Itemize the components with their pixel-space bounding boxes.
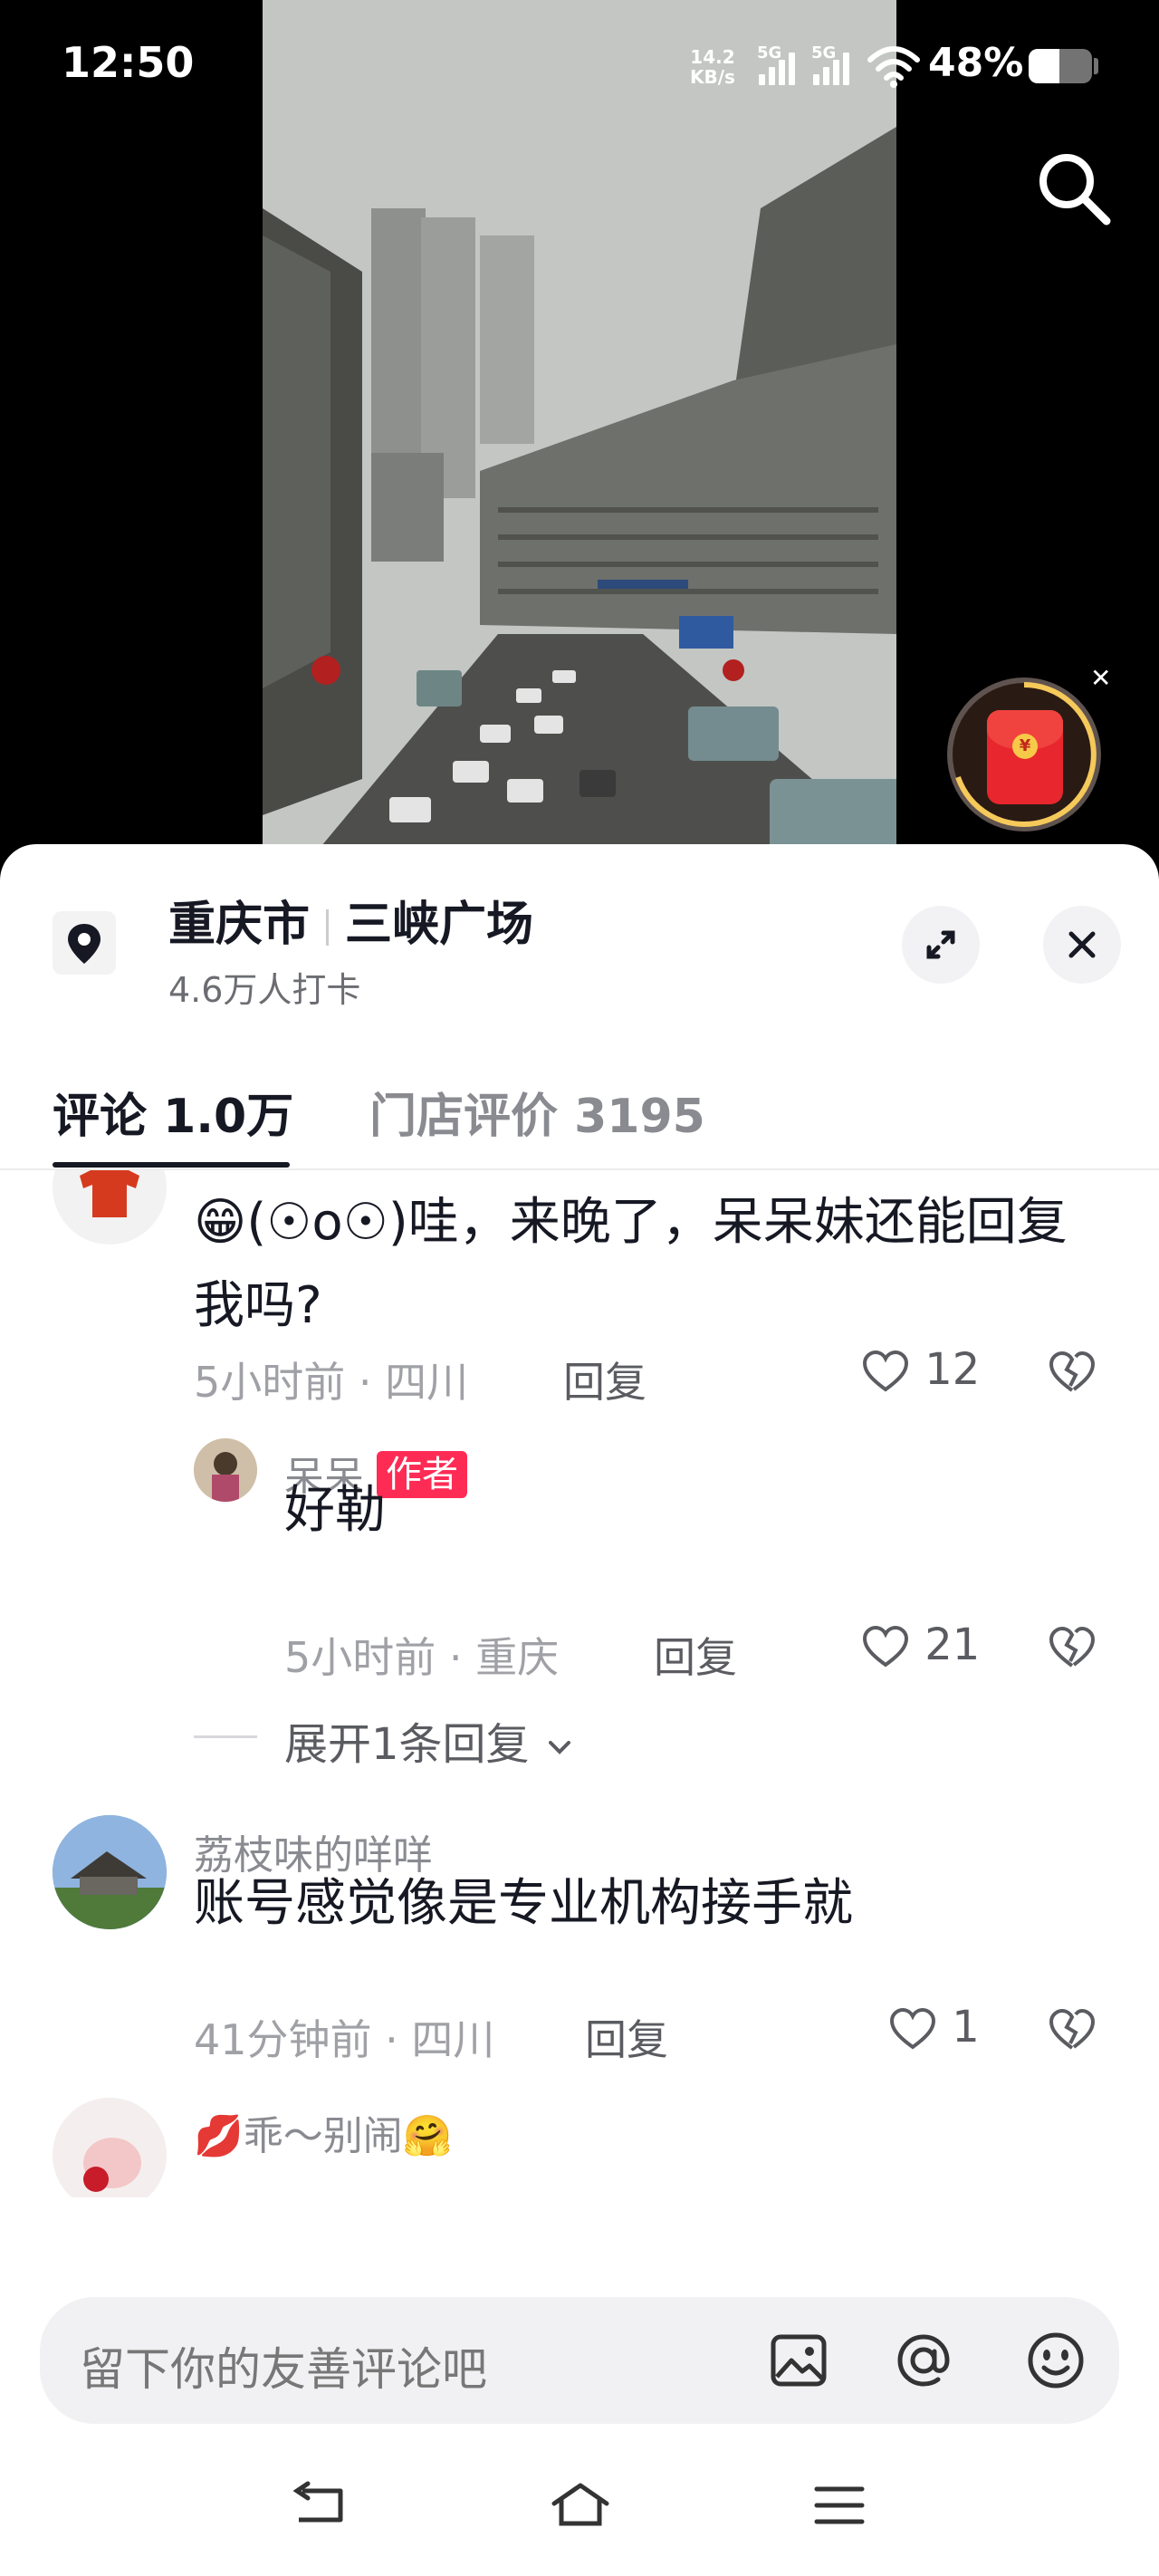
red-packet-close-icon[interactable]: ✕ [1090,663,1111,693]
comment-meta: 5小时前 · 四川 [194,1358,469,1407]
avatar[interactable] [194,1438,257,1502]
location-pin-icon [53,911,116,975]
close-icon [1068,931,1096,958]
reply-button[interactable]: 回复 [563,1350,647,1409]
reply-button[interactable]: 回复 [585,2007,668,2067]
like-button[interactable]: 21 [860,1620,980,1673]
home-icon[interactable] [547,2478,614,2533]
dislike-button[interactable] [1047,2005,1097,2056]
image-icon[interactable] [762,2324,835,2397]
at-icon[interactable] [887,2324,960,2397]
signal-bars-icon [759,45,802,85]
location-comments-sheet: 重庆市 三峡广场 4.6万人打卡 评论 1.0万 门店评价 3195 😁(☉o☉)… [0,844,1159,2576]
status-time: 12:50 [62,38,195,87]
comment-input-bar: 留下你的友善评论吧 [0,2259,1159,2576]
like-button[interactable]: 1 [887,2002,980,2055]
expand-replies-button[interactable]: 展开1条回复 [284,1708,576,1772]
avatar[interactable] [53,2098,167,2197]
network-speed: 14.2 KB/s [690,47,735,87]
location-place: 三峡广场 [345,898,534,952]
chevron-down-icon [548,1741,570,1754]
like-count: 1 [952,2002,980,2052]
expand-divider [194,1735,257,1738]
yuan-coin-icon: ¥ [1012,734,1038,759]
reply-meta: 5小时前 · 重庆 [284,1633,560,1682]
battery-icon [1029,49,1092,83]
close-button[interactable] [1043,906,1121,984]
battery-level [1029,49,1059,83]
heart-icon [889,2007,936,2050]
status-bar: 12:50 14.2 KB/s 5G 5G 48% [0,0,1159,136]
comment-text: 😁(☉o☉)哇，来晚了，呆呆妹还能回复我吗? [194,1193,1068,1335]
expand-icon [926,930,955,959]
emoji-icon[interactable] [1020,2324,1092,2397]
comment-meta: 41分钟前 · 四川 [194,2015,495,2064]
heart-icon [862,1350,909,1392]
location-title[interactable]: 重庆市 三峡广场 [168,886,533,954]
tab-store-reviews[interactable]: 门店评价 3195 [369,1078,705,1146]
wifi-icon [867,46,920,88]
broken-heart-icon [1049,1350,1096,1392]
dislike-button[interactable] [1047,1348,1097,1399]
avatar[interactable] [53,1815,167,1929]
location-city: 重庆市 [168,898,311,952]
title-separator [326,909,330,946]
network-speed-unit: KB/s [690,66,735,88]
like-count: 12 [924,1344,981,1395]
expand-replies-label: 展开1条回复 [284,1719,530,1770]
avatar[interactable] [53,1170,167,1245]
battery-tip [1094,58,1098,74]
active-tab-indicator [53,1162,290,1168]
signal-bars-icon [813,45,857,85]
back-icon[interactable] [286,2478,353,2533]
menu-icon[interactable] [806,2478,873,2533]
comment-author[interactable]: 💋乖～别闹🤗 [194,2103,453,2161]
battery-percent: 48% [928,40,1024,86]
tab-comments[interactable]: 评论 1.0万 [53,1078,293,1146]
red-packet-icon[interactable]: ¥ [947,678,1101,831]
broken-heart-icon [1049,2008,1096,2050]
reply-button[interactable]: 回复 [654,1625,737,1685]
broken-heart-icon [1049,1626,1096,1668]
expand-button[interactable] [902,906,980,984]
comment-input[interactable]: 留下你的友善评论吧 [40,2297,1119,2424]
comment-list[interactable]: 😁(☉o☉)哇，来晚了，呆呆妹还能回复我吗? 5小时前 · 四川 回复 12 呆… [0,1170,1159,2197]
comment-input-placeholder: 留下你的友善评论吧 [80,2343,487,2396]
system-nav-bar [0,2431,1159,2576]
reply-text: 好勒 [284,1481,386,1540]
heart-icon [862,1625,909,1668]
author-badge: 作者 [377,1451,467,1498]
dislike-button[interactable] [1047,1623,1097,1674]
network-speed-value: 14.2 [690,46,735,68]
like-count: 21 [924,1620,981,1670]
search-icon[interactable] [1030,145,1117,232]
comment-text: 账号感觉像是专业机构接手就 [194,1874,853,1933]
like-button[interactable]: 12 [860,1344,980,1398]
checkin-count: 4.6万人打卡 [168,970,361,1010]
red-envelope: ¥ [987,710,1063,804]
